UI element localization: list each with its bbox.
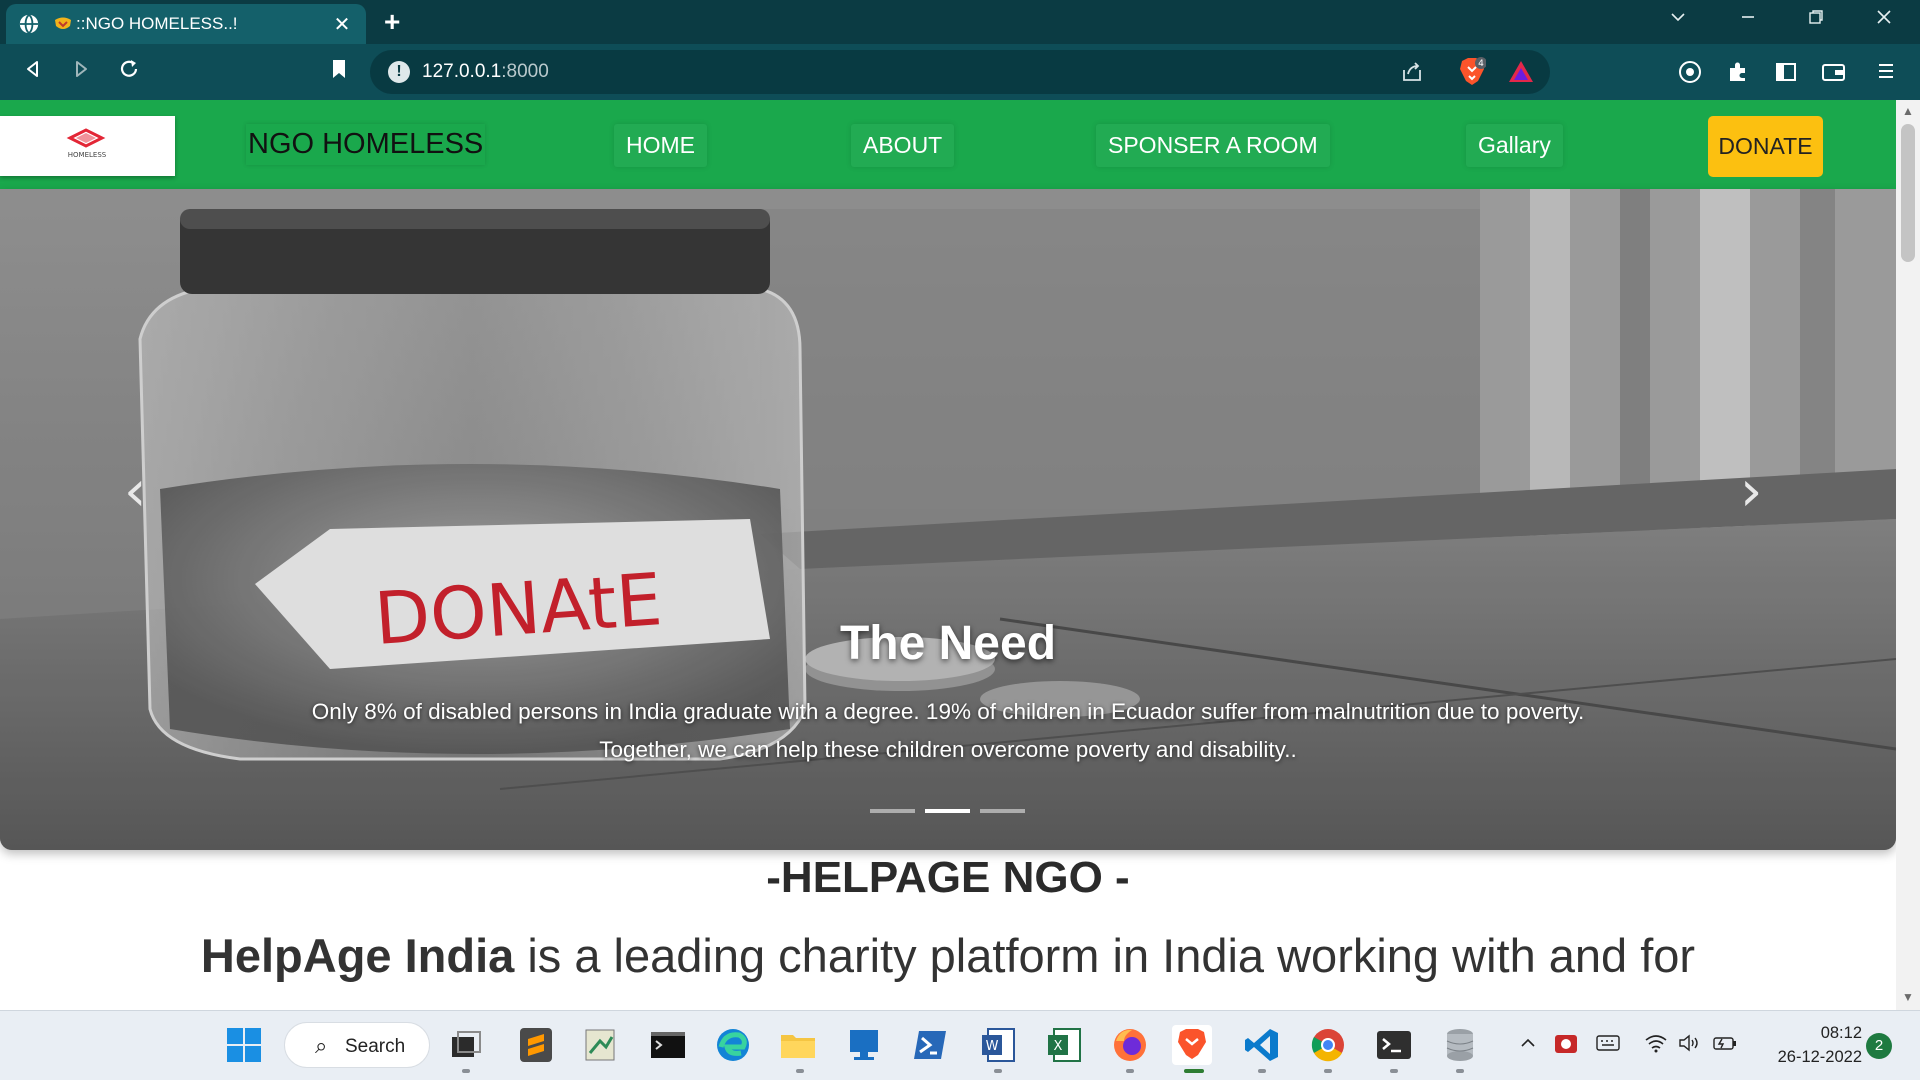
close-window-icon[interactable]	[1864, 8, 1904, 32]
url-text[interactable]: 127.0.0.1:8000	[422, 61, 549, 83]
browser-tab-bar: ::NGO HOMELESS..! ✕ +	[0, 0, 1920, 44]
hero-carousel: DONAtE ‹ › The Need Only 8% of disabled …	[0, 189, 1896, 850]
sidebar-icon[interactable]	[1772, 60, 1800, 90]
database-icon[interactable]	[1440, 1025, 1480, 1065]
powershell-icon[interactable]	[910, 1025, 950, 1065]
windows-terminal-icon[interactable]	[1374, 1025, 1414, 1065]
brave-icon[interactable]	[1172, 1025, 1212, 1065]
globe-icon	[19, 14, 39, 34]
scroll-up-icon[interactable]: ▲	[1902, 104, 1914, 118]
chevron-up-icon[interactable]	[1518, 1033, 1538, 1059]
page-scrollbar[interactable]: ▲ ▼	[1896, 100, 1920, 1010]
battery-icon[interactable]	[1712, 1033, 1738, 1059]
carousel-indicator-2[interactable]	[925, 809, 970, 813]
screen-recorder-icon[interactable]	[1554, 1033, 1578, 1061]
site-navbar: HOMELESS NGO HOMELESS HOME ABOUT SPONSER…	[0, 100, 1896, 189]
running-indicator	[1324, 1069, 1332, 1073]
section-text-bold: HelpAge India	[200, 929, 515, 982]
running-indicator	[1258, 1069, 1266, 1073]
page-viewport: HOMELESS NGO HOMELESS HOME ABOUT SPONSER…	[0, 100, 1920, 1010]
tab-title: ::NGO HOMELESS..!	[76, 14, 238, 33]
notepadqq-icon[interactable]	[580, 1025, 620, 1065]
menu-icon[interactable]	[1872, 60, 1900, 88]
favicon-icon	[55, 17, 71, 29]
running-indicator	[1456, 1069, 1464, 1073]
carousel-caption-text: Only 8% of disabled persons in India gra…	[311, 699, 1585, 762]
section-text-rest: is a leading charity platform in India w…	[514, 929, 1696, 982]
browser-toolbar: ! 127.0.0.1:8000 4	[0, 44, 1920, 100]
carousel-indicator-3[interactable]	[980, 809, 1025, 813]
chrome-icon[interactable]	[1308, 1025, 1348, 1065]
scrollbar-thumb[interactable]	[1901, 124, 1915, 262]
carousel-indicator-1[interactable]	[870, 809, 915, 813]
windows-start-icon[interactable]	[224, 1025, 264, 1065]
carousel-next-icon[interactable]: ›	[1740, 459, 1762, 524]
nav-home[interactable]: HOME	[614, 124, 707, 167]
edge-icon[interactable]	[713, 1025, 753, 1065]
address-bar[interactable]: ! 127.0.0.1:8000 4	[370, 50, 1550, 94]
word-icon[interactable]: W	[978, 1025, 1018, 1065]
svg-text:W: W	[986, 1039, 999, 1054]
back-icon[interactable]	[18, 58, 48, 88]
plus-icon[interactable]: +	[384, 8, 400, 36]
wifi-icon[interactable]	[1644, 1033, 1668, 1059]
site-brand[interactable]: NGO HOMELESS	[246, 124, 485, 165]
running-indicator	[994, 1069, 1002, 1073]
nav-gallary[interactable]: Gallary	[1466, 124, 1563, 167]
running-indicator	[796, 1069, 804, 1073]
forward-icon[interactable]	[66, 58, 96, 88]
wallet-icon[interactable]	[1820, 60, 1848, 90]
brave-rewards-icon[interactable]	[1508, 59, 1534, 85]
brave-shield-icon[interactable]: 4	[1458, 57, 1487, 87]
clock-date: 26-12-2022	[1777, 1048, 1862, 1066]
site-logo[interactable]: HOMELESS	[0, 116, 175, 176]
taskbar-search[interactable]: ⌕ Search	[284, 1022, 430, 1068]
minimize-icon[interactable]	[1728, 8, 1768, 32]
excel-icon[interactable]: X	[1044, 1025, 1084, 1065]
vscode-icon[interactable]	[1242, 1025, 1282, 1065]
volume-icon[interactable]	[1678, 1033, 1702, 1059]
task-view-icon[interactable]	[446, 1025, 486, 1065]
windows-taskbar: ⌕ Search W X 08:12 26-12-2022 2	[0, 1010, 1920, 1080]
svg-text:HOMELESS: HOMELESS	[68, 151, 107, 159]
browser-tab[interactable]: ::NGO HOMELESS..! ✕	[6, 4, 366, 44]
running-indicator-active	[1184, 1069, 1204, 1073]
search-icon: ⌕	[315, 1033, 328, 1058]
running-indicator	[1126, 1069, 1134, 1073]
section-title: -HELPAGE NGO -	[766, 853, 1130, 902]
svg-text:X: X	[1054, 1039, 1063, 1054]
firefox-icon[interactable]	[1110, 1025, 1150, 1065]
remote-desktop-icon[interactable]	[844, 1025, 884, 1065]
carousel-prev-icon[interactable]: ‹	[124, 459, 146, 524]
running-indicator	[1390, 1069, 1398, 1073]
file-explorer-icon[interactable]	[778, 1025, 818, 1065]
share-icon[interactable]	[1400, 60, 1424, 90]
extension-vpn-icon[interactable]	[1676, 60, 1704, 90]
bookmark-icon[interactable]	[324, 58, 354, 88]
close-icon[interactable]: ✕	[330, 12, 354, 37]
carousel-caption-title: The Need	[839, 617, 1057, 670]
reload-icon[interactable]	[114, 58, 144, 88]
scroll-down-icon[interactable]: ▼	[1902, 990, 1914, 1004]
terminal-icon[interactable]	[648, 1025, 688, 1065]
nav-sponser-a-room[interactable]: SPONSER A ROOM	[1096, 124, 1330, 167]
chevron-down-icon[interactable]	[1658, 8, 1698, 32]
sublime-text-icon[interactable]	[516, 1025, 556, 1065]
taskbar-clock[interactable]: 08:12 26-12-2022	[1752, 1021, 1862, 1069]
notification-badge[interactable]: 2	[1866, 1033, 1892, 1059]
svg-text:4: 4	[1478, 59, 1484, 69]
info-icon[interactable]: !	[388, 61, 410, 83]
keyboard-icon[interactable]	[1596, 1033, 1620, 1059]
nav-about[interactable]: ABOUT	[851, 124, 955, 167]
donate-button[interactable]: DONATE	[1708, 116, 1823, 177]
restore-icon[interactable]	[1796, 8, 1836, 32]
clock-time: 08:12	[1820, 1024, 1862, 1042]
running-indicator	[462, 1069, 470, 1073]
puzzle-icon[interactable]	[1724, 60, 1752, 90]
taskbar-search-label: Search	[345, 1036, 406, 1057]
section-text: HelpAge India is a leading charity platf…	[0, 928, 1896, 983]
